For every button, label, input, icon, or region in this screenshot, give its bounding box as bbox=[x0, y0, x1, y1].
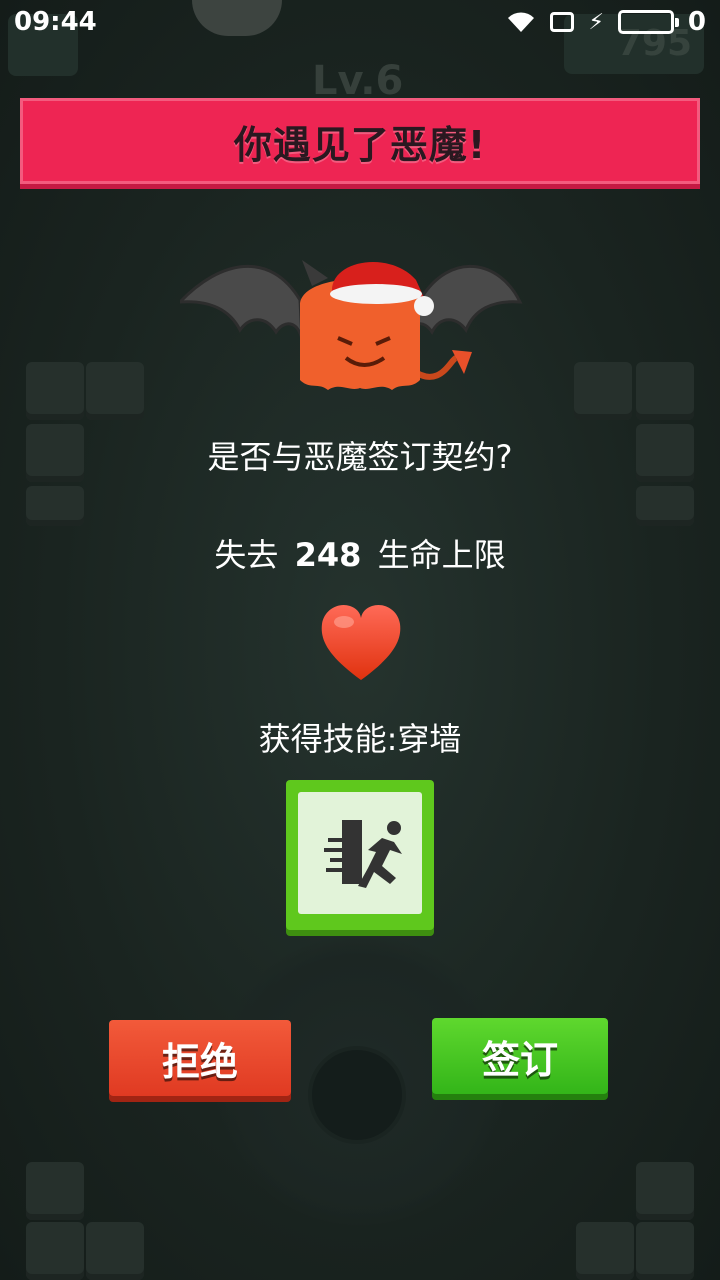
cost-suffix: 生命上限 bbox=[377, 536, 506, 574]
heart-icon bbox=[321, 604, 401, 680]
wall-tile bbox=[26, 1162, 84, 1220]
wall-tile bbox=[636, 486, 694, 526]
skill-reward-text: 获得技能:穿墙 bbox=[258, 720, 462, 758]
wall-tile bbox=[26, 486, 84, 526]
battery-level: 0 bbox=[687, 7, 706, 37]
wall-tile bbox=[86, 362, 144, 420]
wall-tile bbox=[636, 1222, 694, 1280]
cost-prefix: 失去 bbox=[214, 536, 279, 574]
contract-question: 是否与恶魔签订契约? bbox=[207, 438, 513, 476]
wall-tile bbox=[636, 1162, 694, 1220]
cost-line: 失去 248 生命上限 bbox=[0, 530, 720, 576]
skill-wall-pass-card bbox=[286, 780, 434, 930]
wall-tile bbox=[576, 1222, 634, 1280]
wall-tile bbox=[26, 362, 84, 420]
banner-title: 你遇见了恶魔! bbox=[233, 122, 487, 167]
refuse-button[interactable]: 拒绝 bbox=[109, 1020, 291, 1096]
cost-value: 248 bbox=[294, 536, 362, 574]
joystick-knob[interactable] bbox=[312, 1050, 402, 1140]
wall-tile bbox=[636, 362, 694, 420]
status-time: 09:44 bbox=[14, 7, 97, 37]
charging-icon: ⚡ bbox=[588, 9, 604, 35]
encounter-banner: 你遇见了恶魔! bbox=[20, 98, 700, 184]
sign-button[interactable]: 签订 bbox=[432, 1018, 608, 1094]
devil-icon bbox=[180, 260, 523, 390]
wall-tile bbox=[86, 1222, 144, 1280]
screen-rotation-icon bbox=[550, 12, 575, 32]
wifi-icon bbox=[508, 12, 535, 32]
wall-pass-icon bbox=[324, 820, 402, 888]
status-bar: 09:44 ⚡ 0 bbox=[0, 0, 720, 44]
wall-tile bbox=[26, 1222, 84, 1280]
wall-tile bbox=[574, 362, 632, 420]
battery-icon bbox=[617, 10, 679, 34]
